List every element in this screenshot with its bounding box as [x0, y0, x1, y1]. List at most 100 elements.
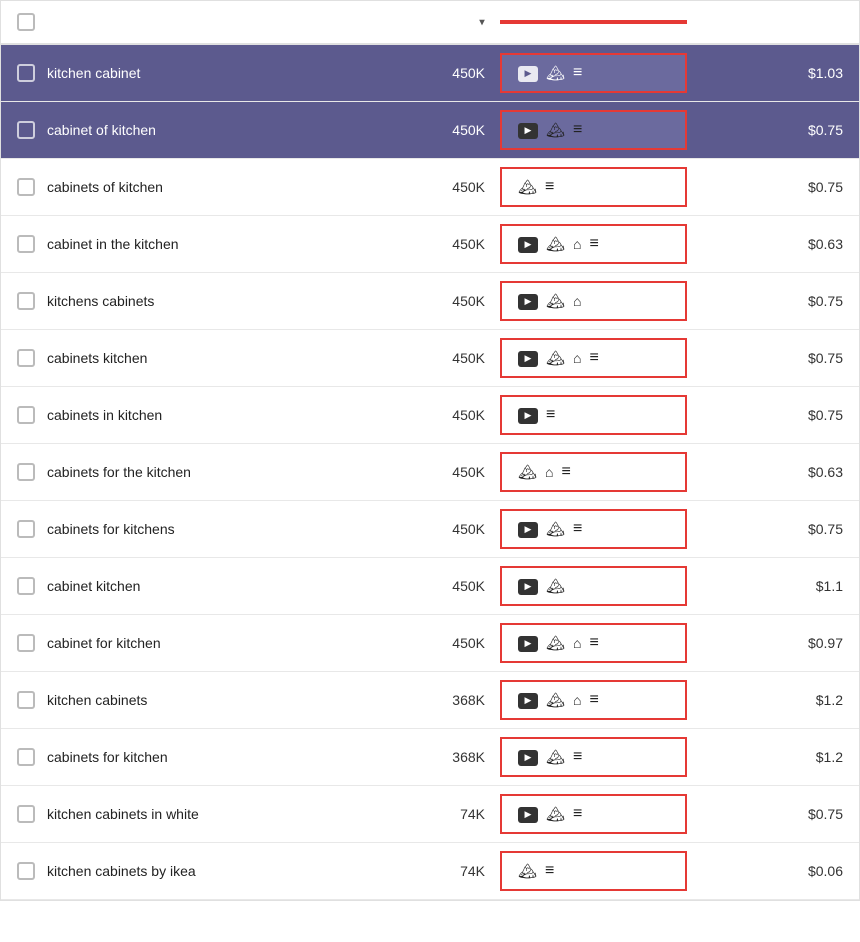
- row-checkbox[interactable]: [17, 805, 35, 823]
- table-row: kitchen cabinet 450K ▶ 🏔 ≡ $1.03: [1, 45, 859, 102]
- cell-search-vol: 450K: [371, 625, 501, 661]
- video-icon: ▶: [518, 748, 538, 766]
- row-checkbox[interactable]: [17, 178, 35, 196]
- row-checkbox[interactable]: [17, 235, 35, 253]
- video-icon: ▶: [518, 292, 538, 310]
- row-checkbox[interactable]: [17, 862, 35, 880]
- keyword-text: cabinets in kitchen: [47, 407, 162, 423]
- cell-cpc: $1.03: [686, 55, 859, 91]
- cell-cpc: $0.63: [686, 226, 859, 262]
- cell-search-vol: 450K: [371, 169, 501, 205]
- search-vol-value: 74K: [460, 863, 485, 879]
- shop-icon: ⌂: [573, 350, 581, 366]
- cell-cpc: $1.1: [686, 568, 859, 604]
- search-vol-value: 450K: [452, 521, 485, 537]
- search-vol-value: 450K: [452, 179, 485, 195]
- row-checkbox[interactable]: [17, 691, 35, 709]
- video-icon: ▶: [518, 520, 538, 538]
- list-icon: ≡: [590, 349, 598, 367]
- cpc-value: $0.75: [808, 293, 843, 309]
- row-checkbox[interactable]: [17, 292, 35, 310]
- list-icon: ≡: [573, 748, 581, 766]
- row-checkbox[interactable]: [17, 121, 35, 139]
- cell-keyword: cabinets for kitchen: [1, 738, 371, 776]
- image-icon: 🏔: [546, 634, 565, 652]
- image-icon: 🏔: [546, 748, 565, 766]
- keyword-text: cabinets kitchen: [47, 350, 147, 366]
- cell-search-vol: 368K: [371, 739, 501, 775]
- table-row: cabinet in the kitchen 450K ▶ 🏔 ⌂ ≡ $0.6…: [1, 216, 859, 273]
- cell-keyword: cabinet in the kitchen: [1, 225, 371, 263]
- search-vol-value: 368K: [452, 749, 485, 765]
- cell-keyword: cabinets of kitchen: [1, 168, 371, 206]
- cell-serp-features: ▶ 🏔 ≡: [501, 111, 686, 149]
- row-checkbox[interactable]: [17, 520, 35, 538]
- cell-cpc: $0.97: [686, 625, 859, 661]
- video-icon: ▶: [518, 64, 538, 82]
- cpc-value: $0.75: [808, 122, 843, 138]
- cell-cpc: $0.75: [686, 169, 859, 205]
- cpc-value: $0.75: [808, 350, 843, 366]
- cell-serp-features: ▶ 🏔 ⌂: [501, 282, 686, 320]
- cell-keyword: cabinets in kitchen: [1, 396, 371, 434]
- keyword-text: kitchen cabinets: [47, 692, 147, 708]
- list-icon: ≡: [573, 520, 581, 538]
- row-checkbox[interactable]: [17, 634, 35, 652]
- cell-search-vol: 74K: [371, 853, 501, 889]
- cpc-value: $0.75: [808, 806, 843, 822]
- keyword-text: cabinet for kitchen: [47, 635, 161, 651]
- cell-keyword: cabinets for the kitchen: [1, 453, 371, 491]
- table-header: ▾: [1, 1, 859, 45]
- cell-search-vol: 74K: [371, 796, 501, 832]
- video-icon: ▶: [518, 691, 538, 709]
- image-icon: 🏔: [546, 121, 565, 139]
- keyword-text: cabinets for the kitchen: [47, 464, 191, 480]
- keyword-text: cabinet of kitchen: [47, 122, 156, 138]
- image-icon: 🏔: [546, 64, 565, 82]
- table-body: kitchen cabinet 450K ▶ 🏔 ≡ $1.03 cabinet…: [1, 45, 859, 900]
- image-icon: 🏔: [546, 235, 565, 253]
- cell-keyword: cabinet for kitchen: [1, 624, 371, 662]
- cell-serp-features: ▶ 🏔: [501, 567, 686, 605]
- cell-search-vol: 450K: [371, 340, 501, 376]
- cpc-value: $1.1: [816, 578, 843, 594]
- video-icon: ▶: [518, 235, 538, 253]
- cell-serp-features: 🏔 ⌂ ≡: [501, 453, 686, 491]
- cell-keyword: kitchen cabinet: [1, 54, 371, 92]
- keyword-text: cabinet kitchen: [47, 578, 140, 594]
- list-icon: ≡: [590, 691, 598, 709]
- cpc-value: $0.75: [808, 407, 843, 423]
- search-vol-value: 450K: [452, 236, 485, 252]
- shop-icon: ⌂: [545, 464, 553, 480]
- row-checkbox[interactable]: [17, 577, 35, 595]
- search-vol-value: 368K: [452, 692, 485, 708]
- cell-serp-features: ▶ 🏔 ⌂ ≡: [501, 681, 686, 719]
- search-vol-value: 450K: [452, 293, 485, 309]
- search-vol-value: 450K: [452, 635, 485, 651]
- cpc-value: $0.63: [808, 236, 843, 252]
- cpc-value: $0.63: [808, 464, 843, 480]
- row-checkbox[interactable]: [17, 463, 35, 481]
- row-checkbox[interactable]: [17, 349, 35, 367]
- keyword-text: kitchen cabinets in white: [47, 806, 199, 822]
- cell-serp-features: ▶ 🏔 ⌂ ≡: [501, 339, 686, 377]
- cpc-value: $0.75: [808, 521, 843, 537]
- cell-search-vol: 450K: [371, 511, 501, 547]
- cell-keyword: kitchen cabinets: [1, 681, 371, 719]
- row-checkbox[interactable]: [17, 406, 35, 424]
- sort-icon: ▾: [479, 17, 485, 28]
- cpc-value: $1.03: [808, 65, 843, 81]
- table-row: cabinets of kitchen 450K 🏔 ≡ $0.75: [1, 159, 859, 216]
- cell-cpc: $1.2: [686, 682, 859, 718]
- header-search-vol[interactable]: ▾: [371, 17, 501, 28]
- search-vol-value: 450K: [452, 407, 485, 423]
- cell-serp-features: ▶ 🏔 ≡: [501, 54, 686, 92]
- row-checkbox[interactable]: [17, 64, 35, 82]
- keyword-text: kitchen cabinets by ikea: [47, 863, 196, 879]
- cell-cpc: $1.2: [686, 739, 859, 775]
- image-icon: 🏔: [546, 349, 565, 367]
- select-all-checkbox[interactable]: [17, 13, 35, 31]
- list-icon: ≡: [545, 178, 553, 196]
- keyword-text: kitchens cabinets: [47, 293, 154, 309]
- row-checkbox[interactable]: [17, 748, 35, 766]
